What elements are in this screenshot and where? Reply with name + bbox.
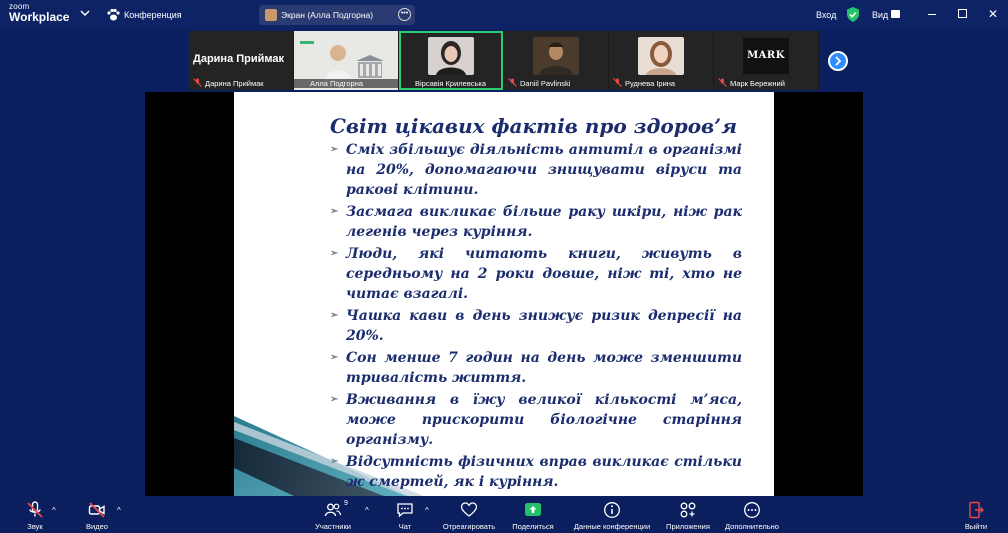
participant-name: Марк Бережний <box>730 79 785 88</box>
participants-icon <box>324 503 342 517</box>
audio-label: Звук <box>27 522 43 531</box>
participant-tile[interactable]: Руднева Ірина <box>609 31 713 90</box>
bullet-text: Відсутність фізичних вправ викликає стіл… <box>346 454 742 490</box>
video-button[interactable]: Видео <box>80 496 114 533</box>
participants-button[interactable]: Участники <box>310 496 356 533</box>
camera-off-icon <box>88 502 105 518</box>
apps-label: Приложения <box>666 522 710 531</box>
audio-button[interactable]: Звук <box>18 496 52 533</box>
minimize-icon[interactable] <box>928 14 936 15</box>
participant-name: Daniil Pavlinski <box>520 79 571 88</box>
participant-display-name: Дарина Приймак <box>193 53 285 65</box>
share-indicator-label: Экран (Алла Подгорна) <box>281 10 374 20</box>
bullet-arrow-icon: ➢ <box>330 352 339 363</box>
zoom-logo: zoom Workplace <box>9 3 70 24</box>
view-label[interactable]: Вид <box>872 10 888 20</box>
bullet-text: Вживання в їжу великої кількості м’яса, … <box>346 392 742 448</box>
heart-icon <box>460 502 478 517</box>
bullet-arrow-icon: ➢ <box>330 310 339 321</box>
shared-screen: Світ цікавих фактів про здоров’я ➢ Сміх з… <box>145 92 863 496</box>
slide-bullet: ➢ Відсутність фізичних вправ викликає сті… <box>330 452 742 492</box>
bullet-text: Засмага викликає більше раку шкіри, ніж … <box>346 204 742 240</box>
chat-label: Чат <box>398 522 412 531</box>
participant-avatar-text: MARK <box>743 38 789 74</box>
info-icon <box>604 502 620 518</box>
slide-title: Світ цікавих фактів про здоров’я <box>330 114 738 138</box>
meeting-info-button[interactable]: Данные конференции <box>568 496 656 533</box>
bullet-text: Сміх збільшує діяльність антитіл в орган… <box>346 142 742 198</box>
participant-name: Вірсавія Крилевська <box>415 79 487 88</box>
participant-tile[interactable]: Алла Подгорна <box>294 31 398 90</box>
bullet-arrow-icon: ➢ <box>330 394 339 405</box>
apps-icon <box>680 502 696 518</box>
slide-bullet: ➢ Сміх збільшує діяльність антитіл в орга… <box>330 140 742 200</box>
share-indicator[interactable]: Экран (Алла Подгорна) ••• <box>259 5 415 25</box>
paw-icon[interactable] <box>106 8 120 22</box>
slide-bullet: ➢ Вживання в їжу великої кількості м’яса,… <box>330 390 742 450</box>
participant-name: Руднева Ірина <box>625 79 676 88</box>
bullet-arrow-icon: ➢ <box>330 456 339 467</box>
share-screen-button[interactable]: Поделиться <box>508 496 558 533</box>
participant-video <box>638 37 684 75</box>
avatar <box>265 9 277 21</box>
react-label: Отреагировать <box>442 522 496 531</box>
participant-video <box>533 37 579 75</box>
participant-tile[interactable]: Дарина Приймак Дарина Приймак <box>189 31 293 90</box>
chevron-down-icon[interactable] <box>80 8 90 18</box>
meeting-info-label: Данные конференции <box>573 522 651 531</box>
chat-options-chevron-icon[interactable]: ^ <box>425 506 429 515</box>
bullet-text: Сон менше 7 годин на день може зменшити … <box>346 350 742 386</box>
slide-bullet: ➢ Сон менше 7 годин на день може зменшити… <box>330 348 742 388</box>
slide-bullet: ➢ Чашка кави в день знижує ризик депресії… <box>330 306 742 346</box>
slide-bullet: ➢ Люди, які читають книги, живуть в серед… <box>330 244 742 304</box>
title-bar: zoom Workplace Конференция Экран (Алла П… <box>0 0 1008 30</box>
more-label: Дополнительно <box>725 522 779 531</box>
more-icon <box>744 502 760 518</box>
leave-icon <box>969 501 984 519</box>
apps-button[interactable]: Приложения <box>662 496 714 533</box>
share-label: Поделиться <box>512 522 554 531</box>
mic-off-icon <box>27 501 43 518</box>
video-options-chevron-icon[interactable]: ^ <box>117 506 121 515</box>
chat-button[interactable]: Чат <box>390 496 420 533</box>
more-button[interactable]: Дополнительно <box>720 496 784 533</box>
bullet-arrow-icon: ➢ <box>330 206 339 217</box>
react-button[interactable]: Отреагировать <box>440 496 498 533</box>
participant-name: Дарина Приймак <box>205 79 264 88</box>
chat-icon <box>397 503 413 518</box>
video-label: Видео <box>86 522 108 531</box>
bullet-text: Люди, які читають книги, живуть в середн… <box>346 246 742 302</box>
gallery-next-button[interactable] <box>828 51 848 71</box>
presentation-slide: Світ цікавих фактів про здоров’я ➢ Сміх з… <box>234 92 774 496</box>
audio-options-chevron-icon[interactable]: ^ <box>52 506 56 515</box>
close-icon[interactable]: ✕ <box>988 8 998 20</box>
participants-count: 9 <box>344 500 348 507</box>
shield-check-icon[interactable] <box>846 7 860 22</box>
enter-label[interactable]: Вход <box>816 10 836 20</box>
more-options-icon[interactable]: ••• <box>398 8 411 21</box>
maximize-icon[interactable] <box>958 9 967 18</box>
slide-bullet-list: ➢ Сміх збільшує діяльність антитіл в орга… <box>330 140 742 494</box>
chevron-right-icon <box>835 56 842 66</box>
view-grid-icon[interactable] <box>891 10 900 18</box>
participant-tile[interactable]: Daniil Pavlinski <box>504 31 608 90</box>
participants-label: Участники <box>315 522 351 531</box>
participant-video <box>428 37 474 75</box>
share-screen-icon <box>525 503 541 516</box>
meeting-toolbar: Звук ^ Видео ^ Участники 9 ^ Чат ^ Отреа… <box>0 496 1008 533</box>
bullet-text: Чашка кави в день знижує ризик депресії … <box>346 308 742 344</box>
participants-options-chevron-icon[interactable]: ^ <box>365 506 369 515</box>
bullet-arrow-icon: ➢ <box>330 248 339 259</box>
meeting-title[interactable]: Конференция <box>124 10 182 20</box>
leave-label: Выйти <box>964 522 988 531</box>
participant-tile[interactable]: MARK Марк Бережний <box>714 31 818 90</box>
logo-line2: Workplace <box>9 10 70 24</box>
leave-button[interactable]: Выйти <box>960 496 992 533</box>
participant-name: Алла Подгорна <box>294 79 398 88</box>
participant-gallery: Дарина Приймак Дарина Приймак Алла Подго… <box>189 31 819 90</box>
bullet-arrow-icon: ➢ <box>330 144 339 155</box>
participant-tile[interactable]: Вірсавія Крилевська <box>399 31 503 90</box>
slide-bullet: ➢ Засмага викликає більше раку шкіри, ніж… <box>330 202 742 242</box>
